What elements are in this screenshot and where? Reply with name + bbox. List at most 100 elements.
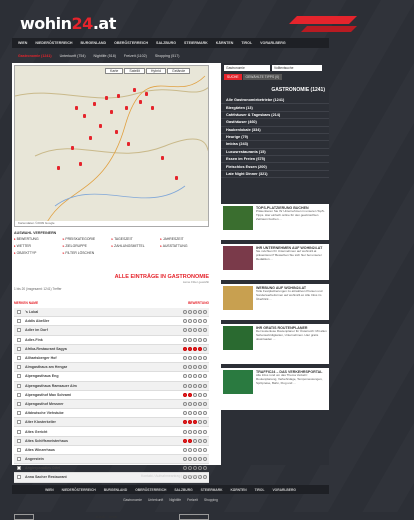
filter-item[interactable]: BEWERTUNG xyxy=(14,237,63,241)
footer-nav-item[interactable]: BURGENLAND xyxy=(104,488,127,492)
category-item[interactable]: Late Night Dinner (321) xyxy=(221,171,329,179)
category-select[interactable]: Gastronomie xyxy=(224,65,270,71)
entry-name[interactable]: Adler im Dorf xyxy=(25,328,48,332)
category-item[interactable]: Luxusrestaurants (15) xyxy=(221,149,329,156)
remember-checkbox[interactable] xyxy=(17,411,21,416)
promo-box[interactable]: IHR GRATIS ROUTENPLANER Der kostenlose Ro… xyxy=(221,324,329,364)
footer-nav-item[interactable]: SALZBURG xyxy=(174,488,192,492)
category-item[interactable]: Heurige (79) xyxy=(221,134,329,142)
footer-nav-item[interactable]: NIEDERÖSTERREICH xyxy=(62,488,96,492)
filter-item[interactable]: JAHRESZEIT xyxy=(160,237,209,241)
filter-item[interactable]: WETTER xyxy=(14,244,63,248)
table-row[interactable]: Alpengasthaus Eng xyxy=(14,372,209,382)
filter-item[interactable]: TAGESZEIT xyxy=(112,237,161,241)
logo[interactable]: wohin24.at xyxy=(20,14,116,33)
map-button[interactable]: Gelände xyxy=(167,68,191,74)
tab-gastronomie[interactable]: Gastronomie (1241) xyxy=(18,54,52,58)
footer-nav-item[interactable]: VORARLBERG xyxy=(272,488,295,492)
entry-name[interactable]: Altes Schiffsmeisterhaus xyxy=(25,439,68,443)
footer-links[interactable]: Kontakt / Aufnahmeantrag | Impressum xyxy=(12,474,329,478)
nav-item[interactable]: TIROL xyxy=(241,41,252,45)
footer-category-item[interactable]: Freizeit xyxy=(187,498,198,502)
table-row[interactable]: Adler im Dorf xyxy=(14,326,209,336)
filter-item[interactable]: AUSSTATTUNG xyxy=(160,244,209,248)
entry-name[interactable]: Allhartsberger Hof xyxy=(25,356,57,360)
table-row[interactable]: Almgasthaus am Hengar xyxy=(14,363,209,373)
remember-checkbox[interactable] xyxy=(17,365,21,370)
remember-checkbox[interactable] xyxy=(17,401,21,406)
remember-checkbox[interactable] xyxy=(17,374,21,379)
nav-item[interactable]: STEIERMARK xyxy=(184,41,208,45)
tab-shopping[interactable]: Shopping (517) xyxy=(155,54,180,58)
map-marker[interactable] xyxy=(133,88,136,92)
table-row[interactable]: Afrika-Restaurant Sagya xyxy=(14,344,209,354)
table-row[interactable]: Altes Gericht xyxy=(14,427,209,437)
promo-box[interactable]: TRAFFIC24 – DAS VERKEHRSPORTAL Alle Infos… xyxy=(221,368,329,410)
category-item[interactable]: Fleischlos Essen (200) xyxy=(221,163,329,171)
footer-nav-item[interactable]: KÄRNTEN xyxy=(230,488,246,492)
entry-name[interactable]: Afrika-Restaurant Sagya xyxy=(25,347,67,351)
map-marker[interactable] xyxy=(110,110,113,114)
map-marker[interactable] xyxy=(79,162,82,166)
map-marker[interactable] xyxy=(115,130,118,134)
filter-item[interactable]: ZIELGRUPPE xyxy=(63,244,112,248)
map-marker[interactable] xyxy=(175,176,178,180)
map-button[interactable]: Hybrid xyxy=(145,68,167,74)
fulltext-search-input[interactable]: Volltextsuche xyxy=(272,65,322,71)
category-item[interactable]: Alle Gastronomiebetriebe (1241) xyxy=(221,97,329,105)
footer-category-item[interactable]: Gastronomie xyxy=(123,498,142,502)
filter-item[interactable]: PREISKATEGORIE xyxy=(63,237,112,241)
entry-name[interactable]: Addis Abeßler xyxy=(25,319,49,323)
map[interactable]: Karte Satellit Hybrid Gelände Kartendaten ©… xyxy=(14,65,209,227)
category-item[interactable]: Biergärten (13) xyxy=(221,104,329,112)
entry-name[interactable]: Alter Klosterkeller xyxy=(25,420,56,424)
entry-name[interactable]: Anglerparadies Gifel xyxy=(25,466,60,470)
footer-category-item[interactable]: Nightlife xyxy=(169,498,181,502)
entry-name[interactable]: 's Lokal xyxy=(25,310,38,314)
entry-name[interactable]: Alpengasthof Max Schrami xyxy=(25,393,71,397)
map-marker[interactable] xyxy=(89,136,92,140)
category-item[interactable]: Caféhäuser & Tagesbars (214) xyxy=(221,112,329,120)
nav-item[interactable]: OBERÖSTERREICH xyxy=(114,41,148,45)
remember-checkbox[interactable] xyxy=(17,438,21,443)
table-row[interactable]: 's Lokal xyxy=(14,308,209,318)
nav-item[interactable]: VORARLBERG xyxy=(260,41,286,45)
map-marker[interactable] xyxy=(99,124,102,128)
map-marker[interactable] xyxy=(127,142,130,146)
nav-item[interactable]: SALZBURG xyxy=(156,41,176,45)
table-row[interactable]: Allhartsberger Hof xyxy=(14,354,209,364)
table-row[interactable]: Altes Winzerhaus xyxy=(14,446,209,455)
table-row[interactable]: Alpengasthaus Ramsauer Alm xyxy=(14,381,209,391)
filter-item[interactable]: OBJEKTTYP xyxy=(14,251,63,255)
table-row[interactable]: Adler-Fink xyxy=(14,336,209,345)
map-marker[interactable] xyxy=(83,114,86,118)
entry-name[interactable]: Almgasthaus am Hengar xyxy=(25,365,67,369)
range-select[interactable]: 1-20 xyxy=(14,514,34,520)
map-marker[interactable] xyxy=(75,106,78,110)
category-item[interactable]: Haubenlokale (334) xyxy=(221,127,329,134)
next-link[interactable]: weiter xyxy=(109,515,118,519)
map-button[interactable]: Satellit xyxy=(124,68,145,74)
map-marker[interactable] xyxy=(151,106,154,110)
remember-checkbox[interactable] xyxy=(17,466,21,471)
remember-checkbox[interactable] xyxy=(17,319,21,324)
category-item[interactable]: Imbiss (243) xyxy=(221,141,329,149)
remember-checkbox[interactable] xyxy=(17,383,21,388)
category-item[interactable]: Gasthäuser (460) xyxy=(221,119,329,127)
entry-name[interactable]: Altes Winzerhaus xyxy=(25,448,55,452)
entry-name[interactable]: Altes Gericht xyxy=(25,430,47,434)
filter-item[interactable]: ZAHLUNGSMITTEL xyxy=(112,244,161,248)
table-row[interactable]: Angerstein xyxy=(14,455,209,465)
remember-checkbox[interactable] xyxy=(17,310,21,315)
promo-box[interactable]: IHR UNTERNEHMEN AUF WOHIN24.AT Sie möchte… xyxy=(221,244,329,280)
entry-name[interactable]: Altdeutsche Viehstube xyxy=(25,411,64,415)
table-row[interactable]: Alter Klosterkeller xyxy=(14,418,209,428)
category-item[interactable]: Essen im Freien (675) xyxy=(221,156,329,164)
remember-checkbox[interactable] xyxy=(17,337,21,342)
footer-nav-item[interactable]: WIEN xyxy=(45,488,54,492)
map-marker[interactable] xyxy=(139,100,142,104)
entry-name[interactable]: Angerstein xyxy=(25,457,44,461)
nav-item[interactable]: KÄRNTEN xyxy=(216,41,234,45)
map-marker[interactable] xyxy=(117,94,120,98)
table-row[interactable]: Anglerparadies Gifel xyxy=(14,464,209,474)
